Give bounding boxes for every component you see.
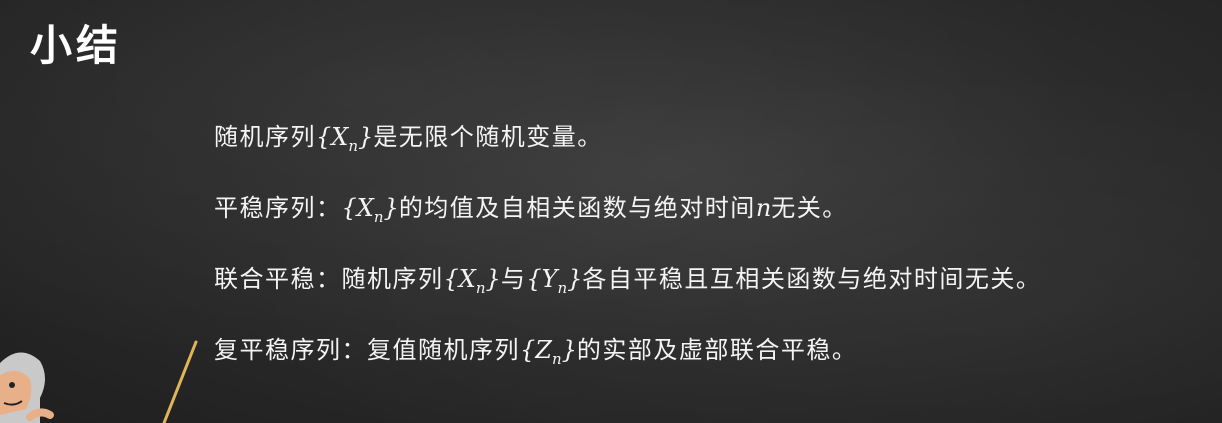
line-text: 复平稳序列：复值随机序列 [214, 336, 520, 364]
line-text: 随机序列 [214, 123, 316, 151]
math-subscript: n [557, 279, 568, 297]
teacher-figure-icon [0, 352, 54, 423]
summary-line-3: 联合平稳：随机序列{Xn}与{Yn}各自平稳且互相关函数与绝对时间无关。 [214, 260, 1214, 298]
summary-line-1: 随机序列{Xn}是无限个随机变量。 [214, 118, 1214, 156]
pointer-stick-icon [162, 340, 198, 423]
math-expression: {Xn} [316, 123, 374, 155]
line-text: 各自平稳且互相关函数与绝对时间无关。 [582, 265, 1042, 293]
summary-line-4: 复平稳序列：复值随机序列{Zn}的实部及虚部联合平稳。 [214, 331, 1214, 369]
line-text: 平稳序列： [214, 194, 342, 222]
summary-lines: 随机序列{Xn}是无限个随机变量。 平稳序列：{Xn}的均值及自相关函数与绝对时… [214, 118, 1214, 402]
math-subscript: n [551, 350, 562, 368]
math-subscript: n [348, 137, 359, 155]
line-text: 联合平稳：随机序列 [214, 265, 444, 293]
math-expression: {Xn} [443, 265, 501, 297]
math-subscript: n [475, 279, 486, 297]
math-expression: {Xn} [341, 194, 399, 226]
line-text: 的实部及虚部联合平稳。 [576, 336, 858, 364]
summary-line-2: 平稳序列：{Xn}的均值及自相关函数与绝对时间n无关。 [214, 189, 1214, 227]
math-subscript: n [373, 208, 384, 226]
line-text: 与 [500, 265, 527, 293]
math-expression: {Zn} [520, 336, 577, 368]
line-text: 无关。 [771, 194, 848, 222]
math-expression: n [755, 194, 772, 222]
line-text: 是无限个随机变量。 [373, 123, 603, 151]
slide-title: 小结 [30, 21, 123, 70]
line-text: 的均值及自相关函数与绝对时间 [398, 194, 756, 222]
math-expression: {Yn} [526, 265, 583, 297]
